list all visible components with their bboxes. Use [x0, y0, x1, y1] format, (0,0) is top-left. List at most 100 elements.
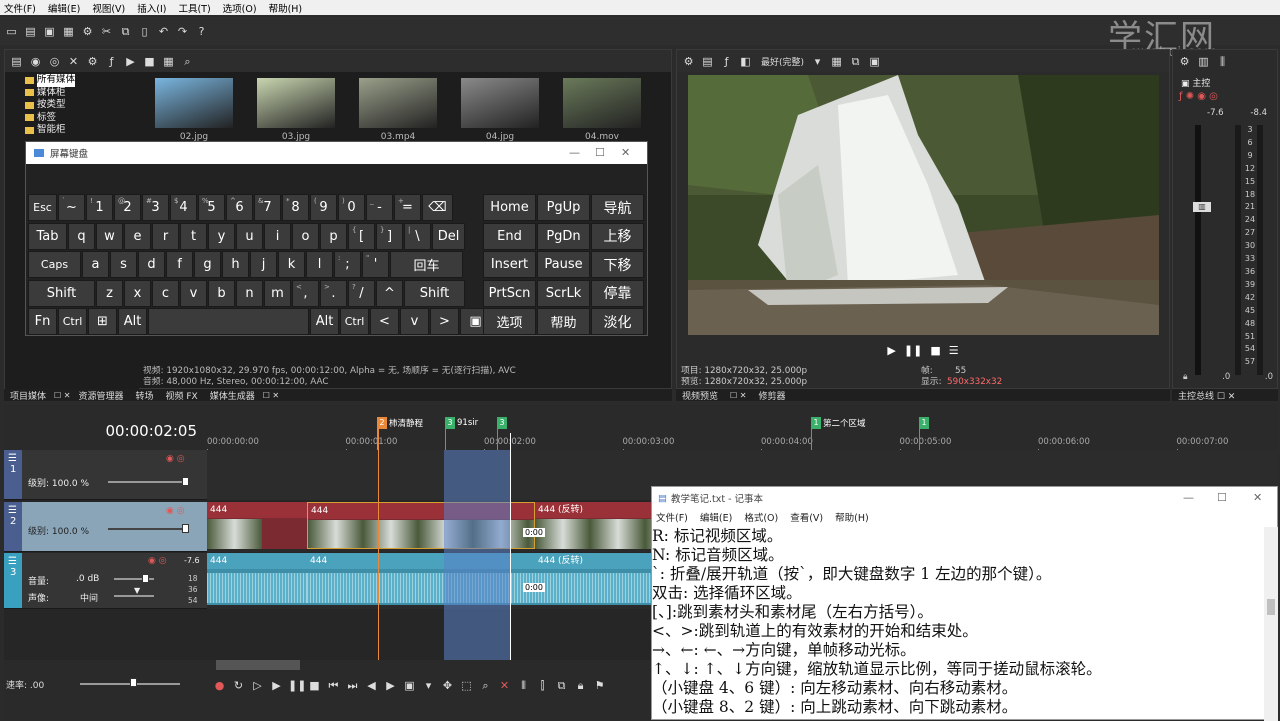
media-thumbnail[interactable] — [257, 78, 335, 128]
pause-icon[interactable]: ❚❚ — [288, 678, 306, 693]
panel-tab[interactable]: 视频 FX — [165, 389, 197, 402]
pause-icon[interactable]: ❚❚ — [904, 344, 922, 357]
marker-icon[interactable]: ⚑ — [592, 678, 607, 693]
notepad-menu-item[interactable]: 文件(F) — [656, 510, 688, 524]
osk-key[interactable]: @2 — [114, 194, 141, 221]
master-properties-icon[interactable]: ⚙ — [1177, 54, 1192, 69]
pan-slider[interactable] — [114, 595, 154, 597]
device-icon[interactable]: ▤ — [700, 54, 715, 69]
osk-nav-key[interactable]: 导航 — [591, 194, 644, 221]
video-clip[interactable]: 444 (反转) — [535, 502, 655, 549]
stop-icon[interactable]: ■ — [307, 678, 322, 693]
osk-key[interactable]: ⌫ — [422, 194, 453, 221]
osk-key[interactable]: ^ — [376, 279, 403, 307]
redo-icon[interactable]: ↷ — [175, 24, 190, 39]
menu-item[interactable]: 选项(O) — [223, 1, 257, 15]
timeline-marker[interactable]: 1 第二个区域 — [811, 417, 866, 429]
osk-key[interactable]: ) 0 — [338, 194, 365, 221]
osk-nav-key[interactable]: 选项 — [483, 308, 536, 335]
stop-icon[interactable]: ■ — [142, 54, 157, 69]
track-mute-icon[interactable]: ◉ ◎ — [148, 556, 167, 566]
panel-tab[interactable]: 媒体生成器 — [210, 389, 255, 402]
osk-key[interactable]: Shift — [28, 279, 95, 307]
osk-key[interactable]: * 8 — [282, 194, 309, 221]
osk-nav-key[interactable]: PgUp — [537, 194, 590, 221]
tab-master-bus[interactable]: 主控总线 — [1178, 392, 1214, 402]
track-level-slider-2[interactable] — [108, 528, 188, 530]
views-icon[interactable]: ▦ — [161, 54, 176, 69]
osk-nav-key[interactable]: PgDn — [537, 222, 590, 250]
osk-nav-key[interactable]: ScrLk — [537, 279, 590, 307]
go-start-icon[interactable]: ⏮ — [326, 678, 341, 693]
master-fader-track[interactable] — [1195, 125, 1201, 375]
track-mute-icon[interactable]: ◉ ◎ — [166, 454, 185, 464]
render-icon[interactable]: ▦ — [61, 24, 76, 39]
tree-item[interactable]: 按类型 — [25, 99, 139, 112]
record-icon[interactable]: ● — [212, 678, 227, 693]
panel-tab[interactable]: 项目媒体 — [10, 389, 46, 402]
timeline-marker[interactable]: 2 柿清静程 — [377, 417, 423, 429]
menu-icon[interactable]: ☰ — [949, 344, 959, 357]
osk-key[interactable]: v — [400, 308, 429, 335]
osk-key[interactable]: Fn — [28, 308, 57, 335]
osk-key[interactable]: >. — [320, 279, 347, 307]
osk-key[interactable]: f — [166, 251, 193, 278]
osk-nav-key[interactable]: PrtScn — [483, 279, 536, 307]
track-header-1[interactable]: ☰ 1 ◉ ◎ 级别: 100.0 % — [4, 450, 207, 500]
media-thumbnail[interactable] — [155, 78, 233, 128]
osk-key[interactable]: Del — [432, 222, 465, 250]
menu-item[interactable]: 视图(V) — [92, 1, 125, 15]
osk-nav-key[interactable]: 淡化 — [591, 308, 644, 335]
master-fx-icons[interactable]: ƒ ✺ ◉ ◎ — [1179, 91, 1218, 102]
rate-knob[interactable] — [130, 678, 137, 687]
split-icon[interactable]: ⫿ — [535, 678, 550, 693]
horizontal-scrollbar[interactable] — [216, 660, 300, 670]
osk-key[interactable]: g — [194, 251, 221, 278]
osk-key[interactable]: y — [208, 222, 235, 250]
osk-key[interactable]: b — [208, 279, 235, 307]
go-end-icon[interactable]: ⏭ — [345, 678, 360, 693]
osk-key[interactable]: 回车 — [390, 251, 463, 278]
panel-tab[interactable]: 资源管理器 — [78, 389, 123, 402]
selection-tool-icon[interactable]: ⬚ — [459, 678, 474, 693]
import-icon[interactable]: ▤ — [9, 54, 24, 69]
osk-key[interactable]: Tab — [28, 222, 67, 250]
osk-nav-key[interactable]: End — [483, 222, 536, 250]
playhead-cursor[interactable] — [510, 433, 511, 660]
osk-key[interactable]: i — [264, 222, 291, 250]
osk-key[interactable]: {[ — [348, 222, 375, 250]
osk-key[interactable] — [148, 308, 309, 335]
audio-clip[interactable]: 444 — [207, 553, 307, 605]
close-icon[interactable]: ✕ — [621, 147, 631, 158]
osk-key[interactable]: (9 — [310, 194, 337, 221]
copy-snapshot-icon[interactable]: ⧉ — [848, 54, 863, 69]
media-thumbnail[interactable] — [563, 78, 641, 128]
menu-item[interactable]: 帮助(H) — [269, 1, 303, 15]
tree-item[interactable]: 智能柜 — [25, 124, 139, 137]
new-icon[interactable]: ▭ — [4, 24, 19, 39]
save-snapshot-icon[interactable]: ▣ — [867, 54, 882, 69]
osk-key[interactable]: o — [292, 222, 319, 250]
zoom-tool-icon[interactable]: ⌕ — [478, 678, 493, 693]
chevron-down-icon[interactable]: ▾ — [810, 54, 825, 69]
chevron-down-icon[interactable]: ▾ — [421, 678, 436, 693]
osk-nav-key[interactable]: Pause — [537, 251, 590, 278]
undo-icon[interactable]: ↶ — [156, 24, 171, 39]
lock-icon[interactable]: 🔒︎ — [573, 678, 588, 693]
osk-key[interactable]: k — [278, 251, 305, 278]
osk-key[interactable]: ` ~ — [58, 194, 85, 221]
envelope-tool-icon[interactable]: ✥ — [440, 678, 455, 693]
remove-icon[interactable]: ✕ — [66, 54, 81, 69]
save-icon[interactable]: ▣ — [42, 24, 57, 39]
maximize-icon[interactable]: ☐ — [595, 147, 605, 158]
open-icon[interactable]: ▤ — [23, 24, 38, 39]
prev-frame-icon[interactable]: ◀ — [364, 678, 379, 693]
tree-item[interactable]: 标签 — [25, 112, 139, 125]
timeline-marker[interactable]: 3 — [497, 417, 509, 429]
osk-nav-key[interactable]: 下移 — [591, 251, 644, 278]
tab-video-preview[interactable]: 视频预览 — [682, 389, 718, 402]
master-checkbox[interactable]: ▣ — [1181, 79, 1190, 89]
tree-item[interactable]: 媒体柜 — [25, 87, 139, 100]
loop-icon[interactable]: ↻ — [231, 678, 246, 693]
ignore-grouping-icon[interactable]: ⧉ — [554, 678, 569, 693]
